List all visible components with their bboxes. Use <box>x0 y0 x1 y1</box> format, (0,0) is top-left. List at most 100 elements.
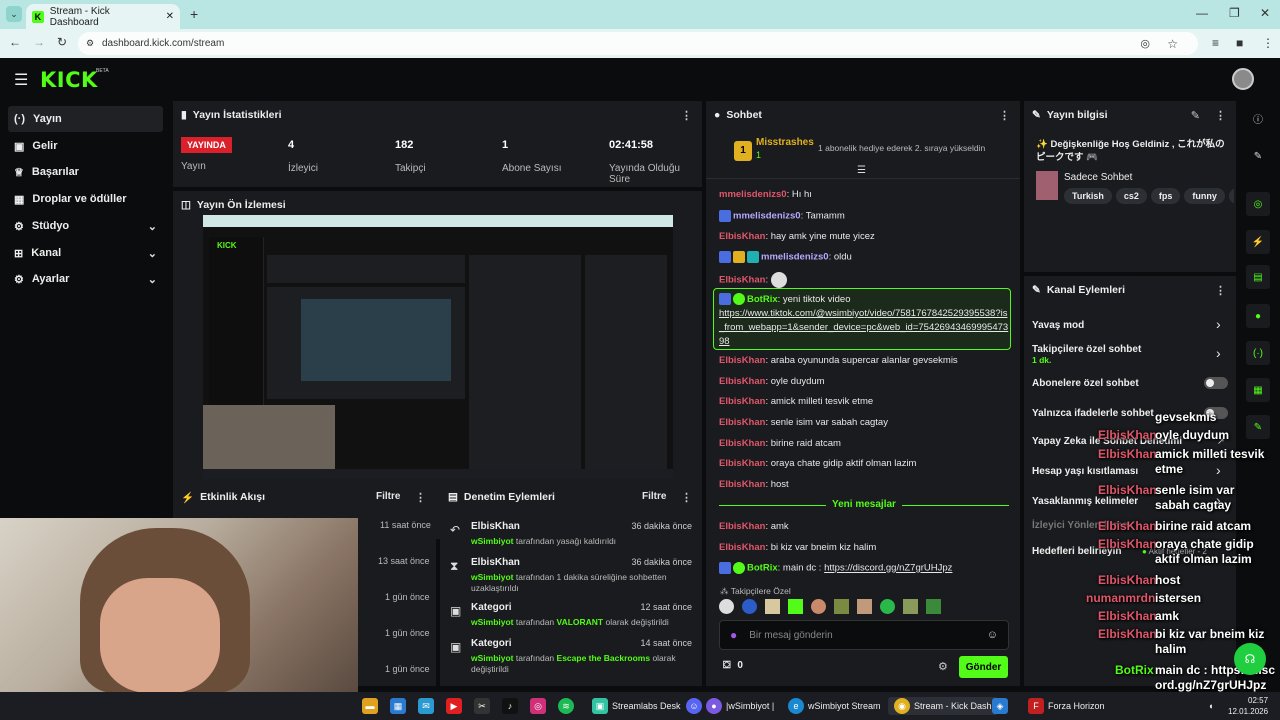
chat-username[interactable]: BotRix <box>747 294 778 305</box>
chat-username[interactable]: BotRix <box>747 563 778 574</box>
sidebar-item-ayarlar[interactable]: ⚙ Ayarlar ⌄ <box>8 266 163 292</box>
chat-username[interactable]: ElbisKhan <box>719 417 765 428</box>
site-info-icon[interactable]: ⚙ <box>86 38 94 49</box>
chat-link[interactable]: https://www.tiktok.com/@wsimbiyot/video/… <box>719 308 1008 347</box>
volume-icon[interactable]: ◖ <box>1208 697 1213 715</box>
chat-username[interactable]: mmelisdenizs0 <box>719 189 787 200</box>
emote-icon[interactable] <box>811 599 826 614</box>
mic-icon[interactable]: ● <box>730 628 737 642</box>
emoji-icon[interactable]: ☺ <box>987 629 998 641</box>
kebab-menu-icon[interactable]: ⋮ <box>681 491 692 504</box>
maximize-icon[interactable]: ❐ <box>1229 6 1240 20</box>
info-icon[interactable]: ⓘ <box>1246 106 1270 130</box>
chat-username[interactable]: ElbisKhan <box>719 458 765 469</box>
collapse-icon[interactable]: ☰ <box>857 165 866 176</box>
close-window-icon[interactable]: ✕ <box>1260 6 1270 20</box>
pencil-icon[interactable]: ✎ <box>1246 144 1270 168</box>
taskbar-app[interactable]: ✂ <box>474 697 490 715</box>
taskbar-app[interactable]: ▦ <box>390 697 406 715</box>
sidebar-item-yayin[interactable]: (·) Yayın <box>8 106 163 132</box>
kebab-menu-icon[interactable]: ⋮ <box>999 109 1010 122</box>
tag-chip[interactable]: fps <box>1150 188 1181 204</box>
chat-username[interactable]: ElbisKhan <box>719 396 765 407</box>
action-emote-only[interactable]: Yalnızca ifadelerle sohbet <box>1032 408 1154 419</box>
chat-username[interactable]: mmelisdenizs0 <box>733 211 801 222</box>
new-tab-icon[interactable]: + <box>190 6 198 22</box>
wrench-icon[interactable]: ✎ <box>1246 415 1270 439</box>
taskbar-app[interactable]: ✉ <box>418 697 434 715</box>
sidebar-item-kanal[interactable]: ⊞ Kanal ⌄ <box>8 240 163 266</box>
emote-icon[interactable] <box>742 599 757 614</box>
browser-tab[interactable]: K Stream - Kick Dashboard ✕ <box>26 4 180 29</box>
emote-icon[interactable] <box>834 599 849 614</box>
emote-icon[interactable] <box>857 599 872 614</box>
kebab-menu-icon[interactable]: ⋮ <box>1215 109 1226 122</box>
chat-username[interactable]: ElbisKhan <box>719 438 765 449</box>
sidebar-item-basarilar[interactable]: ♕ Başarılar <box>8 159 163 185</box>
chat-username[interactable]: mmelisdenizs0 <box>761 252 829 263</box>
reload-icon[interactable]: ↻ <box>57 35 67 49</box>
send-button[interactable]: Gönder <box>959 656 1008 678</box>
chat-username[interactable]: ElbisKhan <box>719 376 765 387</box>
action-subscribers-only[interactable]: Abonelere özel sohbet <box>1032 378 1139 389</box>
headset-icon[interactable]: ☊ <box>1234 643 1266 675</box>
taskbar-app[interactable]: ≋ <box>558 697 574 715</box>
broadcast-icon[interactable]: (·) <box>1246 341 1270 365</box>
taskbar-app[interactable]: ▬ <box>362 697 378 715</box>
layout-icon[interactable]: ▦ <box>1246 378 1270 402</box>
taskbar-app[interactable]: ◎ <box>530 697 546 715</box>
taskbar-app-edge[interactable]: e wSimbiyot Stream <box>788 697 881 715</box>
taskbar-app[interactable]: ◈ <box>992 697 1008 715</box>
chevron-right-icon[interactable]: › <box>1216 345 1221 361</box>
chat-bubble-icon[interactable]: ● <box>1246 304 1270 328</box>
tag-chip[interactable]: cs2 <box>1115 188 1147 204</box>
action-account-age[interactable]: Hesap yaşı kısıtlaması <box>1032 466 1138 477</box>
action-followers-only[interactable]: Takipçilere özel sohbet 1 dk. <box>1032 344 1141 366</box>
sidebar-item-droplar[interactable]: ▦ Droplar ve ödüller <box>8 186 163 212</box>
hamburger-icon[interactable]: ☰ <box>14 70 28 90</box>
chat-username[interactable]: ElbisKhan <box>719 479 765 490</box>
emote-icon[interactable] <box>765 599 780 614</box>
media-icon[interactable]: ≡ <box>1212 36 1219 50</box>
settings-icon[interactable]: ⚙ <box>938 660 948 673</box>
back-icon[interactable]: ← <box>9 35 21 49</box>
action-slow-mode[interactable]: Yavaş mod <box>1032 320 1084 331</box>
bookmark-star-icon[interactable]: ☆ <box>1167 37 1178 51</box>
kebab-menu-icon[interactable]: ⋮ <box>1215 284 1226 297</box>
channel-points[interactable]: ⛋ 0 <box>723 660 743 671</box>
eye-off-icon[interactable]: ◎ <box>1140 37 1150 50</box>
filter-button[interactable]: Filtre <box>376 491 400 502</box>
kebab-menu-icon[interactable]: ⋮ <box>681 109 692 122</box>
document-icon[interactable]: ▤ <box>1246 265 1270 289</box>
taskbar-app[interactable]: ♪ <box>502 697 518 715</box>
avatar[interactable] <box>1232 68 1254 90</box>
taskbar-app-chrome[interactable]: ◉ Stream - Kick Dash <box>888 697 998 715</box>
chat-username[interactable]: ElbisKhan <box>719 231 765 242</box>
chat-username[interactable]: ElbisKhan <box>719 275 765 286</box>
emote-icon[interactable] <box>788 599 803 614</box>
chat-input[interactable]: ● Bir mesaj gönderin ☺ <box>719 620 1009 650</box>
emote-icon[interactable] <box>903 599 918 614</box>
chat-username[interactable]: ElbisKhan <box>719 542 765 553</box>
stream-preview-video[interactable]: KICK <box>203 215 673 479</box>
tag-chip[interactable]: gam <box>1228 188 1234 204</box>
emote-icon[interactable] <box>926 599 941 614</box>
sidebar-item-studyo[interactable]: ⚙ Stüdyo ⌄ <box>8 213 163 239</box>
edit-icon[interactable]: ✎ <box>1191 109 1200 122</box>
menu-dots-icon[interactable]: ⋮ <box>1262 36 1274 50</box>
extension-icon[interactable]: ■ <box>1236 36 1243 50</box>
action-banned-words[interactable]: Yasaklanmış kelimeler <box>1032 496 1138 507</box>
taskbar-app[interactable]: ▶ <box>446 697 462 715</box>
emote-icon[interactable] <box>880 599 895 614</box>
sidebar-item-gelir[interactable]: ▣ Gelir <box>8 133 163 159</box>
forward-icon[interactable]: → <box>33 35 45 49</box>
kick-logo[interactable]: KICK <box>40 68 98 92</box>
chevron-right-icon[interactable]: › <box>1216 316 1221 332</box>
category-name[interactable]: Sadece Sohbet <box>1064 172 1132 183</box>
chat-username[interactable]: ElbisKhan <box>719 521 765 532</box>
taskbar-app-streamlabs[interactable]: ▣ Streamlabs Desk <box>592 697 681 715</box>
url-field[interactable]: ⚙ dashboard.kick.com/stream ◎ ☆ <box>78 32 1198 55</box>
taskbar-app-forza[interactable]: F Forza Horizon <box>1028 697 1105 715</box>
filter-button[interactable]: Filtre <box>642 491 666 502</box>
tag-chip[interactable]: funny <box>1184 188 1225 204</box>
